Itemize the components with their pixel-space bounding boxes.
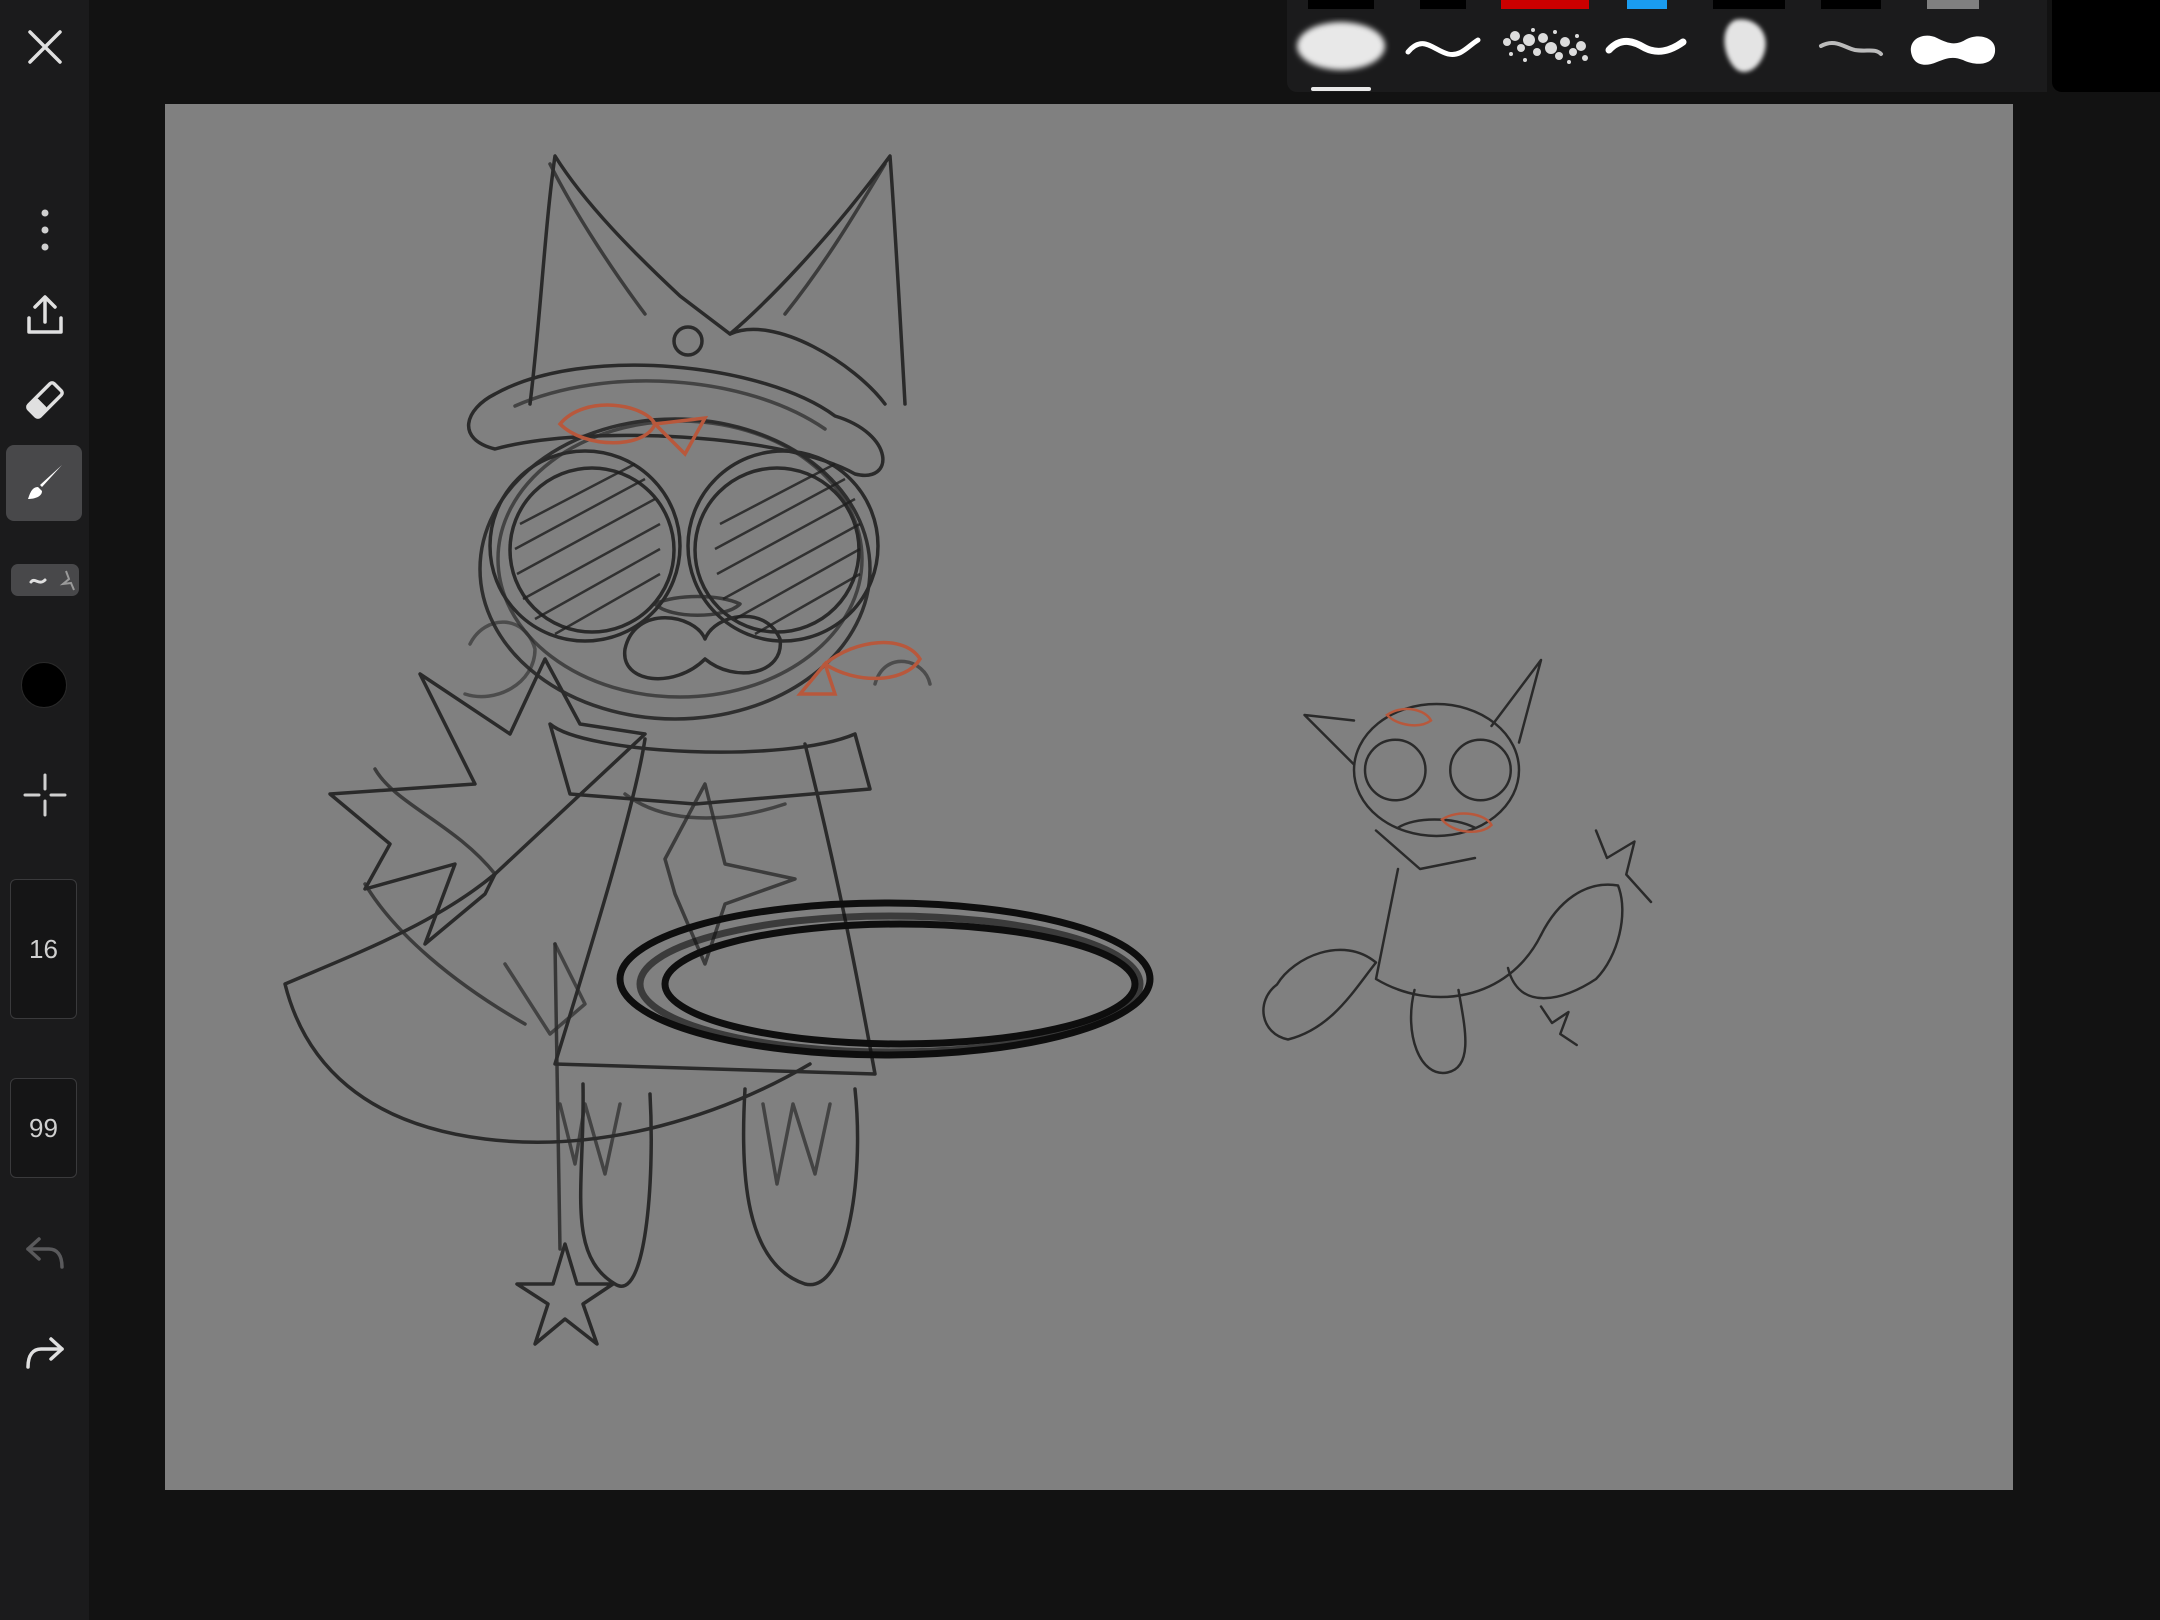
brush-color-tick xyxy=(1627,0,1667,9)
soft-airbrush-icon xyxy=(1297,22,1385,70)
brush-preset-marker[interactable] xyxy=(1597,0,1697,92)
brush-preset-soft-airbrush[interactable] xyxy=(1291,0,1391,92)
brush-icon xyxy=(28,465,62,499)
brush-preset-splatter[interactable] xyxy=(1495,0,1595,92)
crosshair-icon xyxy=(23,773,66,817)
brush-preset-chalk[interactable] xyxy=(1699,0,1799,92)
blob-brush-icon xyxy=(1910,35,1996,65)
brush-tool-button[interactable] xyxy=(6,445,82,521)
brush-preset-blob-brush[interactable] xyxy=(1903,0,2003,92)
more-vertical-icon xyxy=(41,209,48,251)
brush-preset-icon xyxy=(10,564,79,596)
fine-liner-icon xyxy=(1819,40,1883,56)
left-toolbar: 16 99 xyxy=(0,0,89,1620)
drawing-canvas[interactable] xyxy=(165,104,2013,1490)
selected-indicator xyxy=(1311,87,1371,91)
brush-size-slider[interactable]: 16 xyxy=(10,879,77,1019)
brush-color-tick xyxy=(1927,0,1979,9)
upload-icon xyxy=(26,295,63,334)
eraser-icon xyxy=(25,381,64,419)
brush-color-tick xyxy=(1420,0,1466,9)
ink-pen-icon xyxy=(1405,37,1481,57)
redo-button[interactable] xyxy=(0,1328,89,1378)
export-button[interactable] xyxy=(0,290,89,340)
close-button[interactable] xyxy=(0,22,89,72)
brush-color-tick xyxy=(1713,0,1785,9)
chalk-icon xyxy=(1724,19,1766,72)
undo-icon xyxy=(25,1237,64,1269)
more-menu-button[interactable] xyxy=(0,205,89,255)
splatter-icon xyxy=(1503,28,1588,64)
brush-color-tick xyxy=(1501,0,1589,9)
close-icon xyxy=(27,30,62,64)
brush-size-value: 16 xyxy=(29,933,58,964)
eraser-tool-button[interactable] xyxy=(0,375,89,425)
color-picker-swatch[interactable] xyxy=(21,662,67,708)
symmetry-guide-button[interactable] xyxy=(0,770,89,820)
cat-character-sketch xyxy=(283,154,1653,1346)
brush-preset-button[interactable] xyxy=(0,562,89,598)
brush-color-tick xyxy=(1821,0,1881,9)
opacity-slider[interactable]: 99 xyxy=(10,1078,77,1178)
redo-icon xyxy=(25,1337,64,1369)
brush-preset-fine-liner[interactable] xyxy=(1801,0,1901,92)
undo-button[interactable] xyxy=(0,1228,89,1278)
opacity-value: 99 xyxy=(29,1112,58,1143)
marker-icon xyxy=(1605,38,1687,55)
current-color-swatch[interactable] xyxy=(2052,0,2160,92)
brush-preset-strip xyxy=(1287,0,2047,92)
brush-preset-ink-pen[interactable] xyxy=(1393,0,1493,92)
brush-color-tick xyxy=(1308,0,1374,9)
